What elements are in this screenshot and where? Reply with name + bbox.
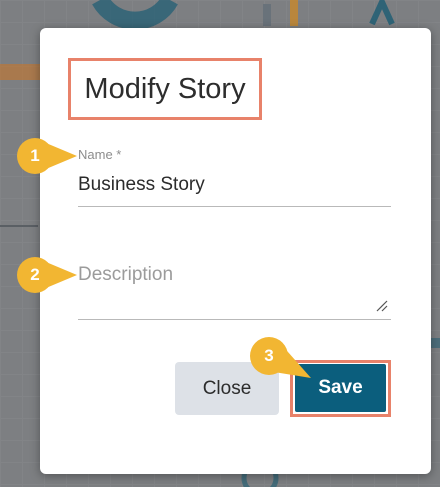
name-field-underline <box>78 206 391 207</box>
resize-handle-icon[interactable] <box>376 300 388 312</box>
callout-number-2: 2 <box>30 265 40 284</box>
description-field[interactable]: Description <box>78 264 173 286</box>
callout-number-3: 3 <box>264 346 274 365</box>
callout-number-1: 1 <box>30 146 40 165</box>
dialog-title: Modify Story <box>84 72 246 105</box>
name-field[interactable]: Business Story <box>78 174 205 196</box>
dialog-title-highlight: Modify Story <box>68 58 262 120</box>
name-field-label: Name * <box>78 147 122 162</box>
description-field-underline <box>78 319 391 320</box>
